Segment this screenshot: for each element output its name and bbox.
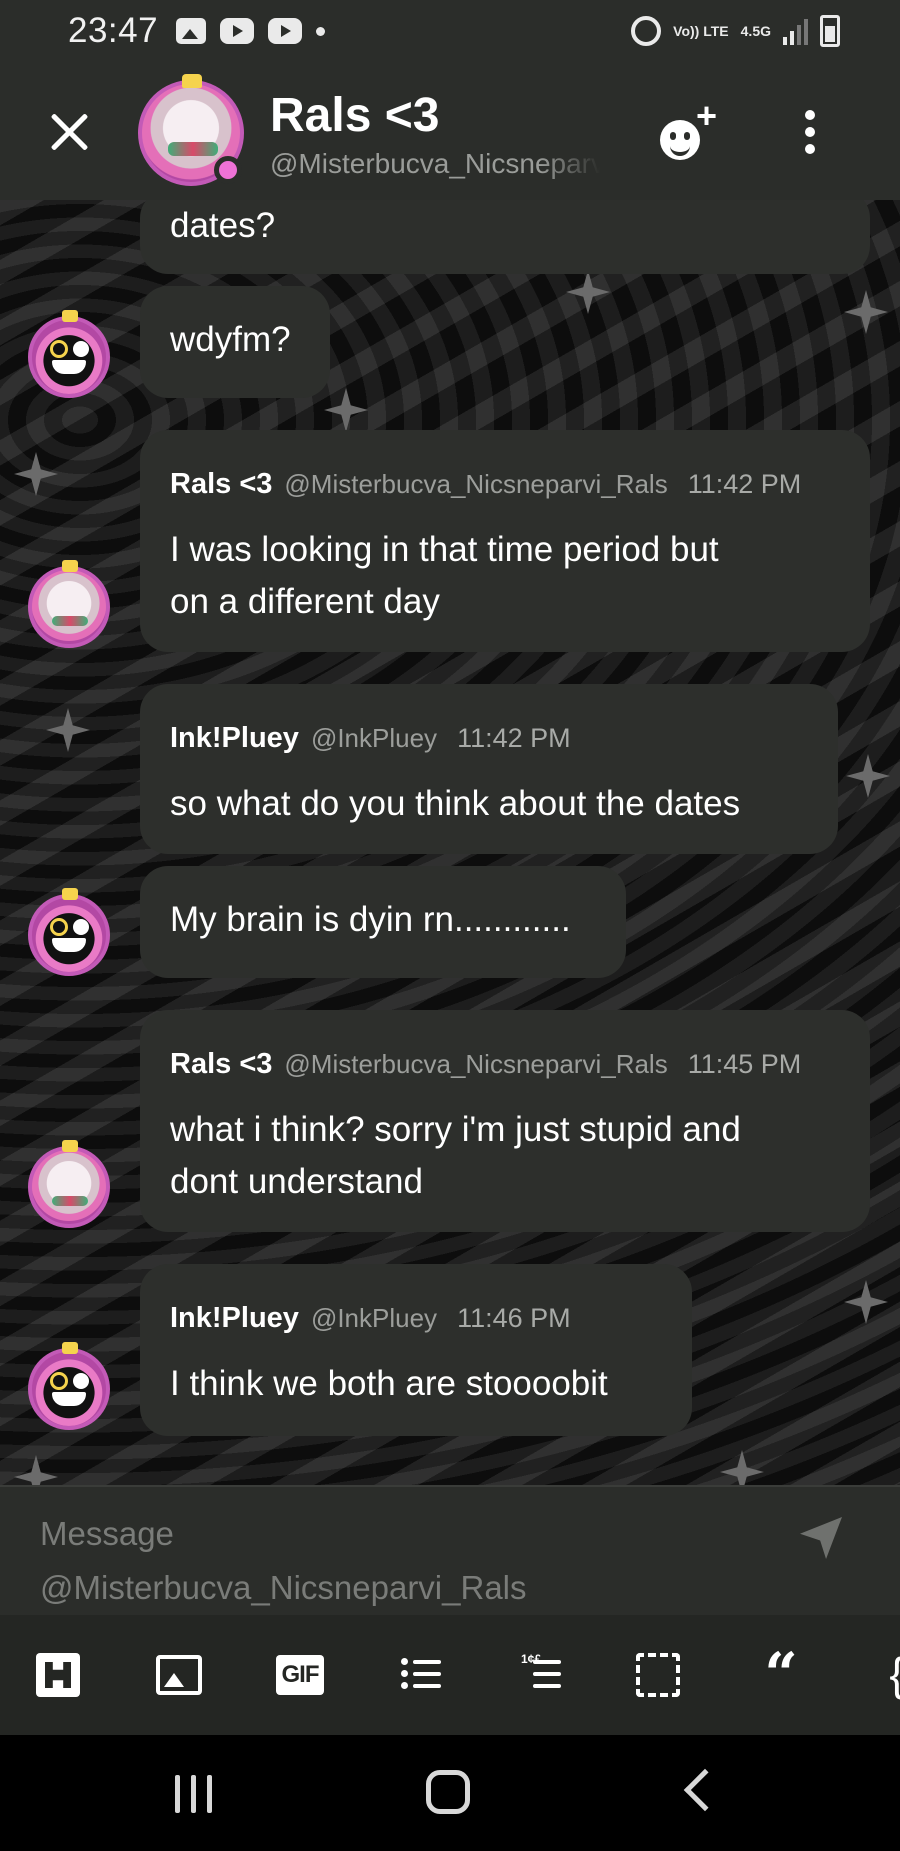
network-speed: 4.5G xyxy=(740,23,771,39)
battery-icon xyxy=(820,15,840,47)
message-time: 11:42 PM xyxy=(457,723,571,753)
message-handle: @Misterbucva_Nicsneparvi_Rals xyxy=(284,469,668,499)
avatar[interactable] xyxy=(28,560,110,648)
message-meta: Ink!Pluey @InkPluey 11:46 PM xyxy=(170,1302,571,1335)
system-icons: Vo)) LTE 4.5G xyxy=(631,15,840,47)
message-text-line: what i think? sorry i'm just stupid and xyxy=(170,1110,741,1149)
network-type: Vo)) LTE xyxy=(673,23,729,39)
message-bubble[interactable]: Ink!Pluey @InkPluey 11:42 PM so what do … xyxy=(140,684,838,854)
spoiler-icon[interactable] xyxy=(636,1653,680,1697)
message-text-line: dont understand xyxy=(170,1162,423,1201)
close-icon[interactable] xyxy=(46,108,94,156)
message-handle: @InkPluey xyxy=(310,1303,438,1333)
message-bubble[interactable]: My brain is dyin rn............ xyxy=(140,866,626,978)
message-bubble[interactable]: Rals <3 @Misterbucva_Nicsneparvi_Rals 11… xyxy=(140,1010,870,1232)
message-author[interactable]: Ink!Pluey xyxy=(170,722,299,755)
message-text-line: I think we both are stoooobit xyxy=(170,1364,608,1403)
message-time: 11:46 PM xyxy=(457,1303,571,1333)
avatar[interactable] xyxy=(28,310,110,398)
online-status-indicator xyxy=(214,156,242,184)
notification-icons xyxy=(176,18,326,44)
numbered-list-icon[interactable] xyxy=(516,1649,566,1699)
dot-icon xyxy=(316,26,326,36)
format-toolbar: GIF “ { xyxy=(0,1615,900,1735)
message-bubble[interactable]: wdyfm? xyxy=(140,286,330,398)
message-meta: Ink!Pluey @InkPluey 11:42 PM xyxy=(170,722,571,755)
message-handle: @Misterbucva_Nicsneparvi_Rals xyxy=(284,1049,668,1079)
message-input-placeholder-recipient: @Misterbucva_Nicsneparvi_Rals xyxy=(40,1569,527,1606)
message-meta: Rals <3 @Misterbucva_Nicsneparvi_Rals 11… xyxy=(170,468,801,501)
message-list[interactable]: dates? wdyfm? Rals <3 @Misterbucva_Nicsn… xyxy=(0,200,900,1485)
alarm-icon xyxy=(631,16,662,46)
back-icon[interactable] xyxy=(683,1768,727,1812)
message-composer[interactable]: Message @Misterbucva_Nicsneparvi_Rals xyxy=(0,1485,900,1615)
youtube-icon xyxy=(220,18,255,44)
sparkle-decoration xyxy=(14,1455,58,1485)
message-input-placeholder: Message xyxy=(40,1515,174,1552)
avatar[interactable] xyxy=(28,1342,110,1430)
gif-button[interactable]: GIF xyxy=(276,1655,324,1695)
sparkle-decoration xyxy=(566,270,610,314)
user-handle: @Misterbucva_Nicsneparvi_Rals xyxy=(270,148,600,180)
recent-apps-icon[interactable] xyxy=(175,1775,215,1813)
message-bubble[interactable]: Ink!Pluey @InkPluey 11:46 PM I think we … xyxy=(140,1264,692,1436)
sparkle-decoration xyxy=(14,452,58,496)
message-text-line: on a different day xyxy=(170,582,440,621)
quote-icon[interactable]: “ xyxy=(756,1645,806,1703)
message-bubble[interactable]: dates? xyxy=(140,200,870,274)
chat-header: Rals <3 @Misterbucva_Nicsneparvi_Rals + xyxy=(0,62,900,200)
bullet-list-icon[interactable] xyxy=(396,1649,446,1699)
gallery-icon xyxy=(176,18,207,44)
message-handle: @InkPluey xyxy=(310,723,438,753)
message-text-line: I was looking in that time period but xyxy=(170,530,719,569)
sticker-icon[interactable] xyxy=(36,1653,80,1697)
home-icon[interactable] xyxy=(426,1770,470,1814)
youtube-icon xyxy=(268,18,303,44)
message-author[interactable]: Ink!Pluey xyxy=(170,1302,299,1335)
message-text: dates? xyxy=(170,206,276,245)
status-bar: 23:47 Vo)) LTE 4.5G xyxy=(0,0,900,62)
sparkle-decoration xyxy=(844,290,888,334)
message-text-line: so what do you think about the dates xyxy=(170,784,741,823)
code-block-icon[interactable]: { xyxy=(872,1648,900,1700)
message-bubble[interactable]: Rals <3 @Misterbucva_Nicsneparvi_Rals 11… xyxy=(140,430,870,652)
message-author[interactable]: Rals <3 xyxy=(170,468,272,501)
message-meta: Rals <3 @Misterbucva_Nicsneparvi_Rals 11… xyxy=(170,1048,801,1081)
send-icon[interactable] xyxy=(800,1517,842,1559)
sparkle-decoration xyxy=(844,1280,888,1324)
message-input[interactable]: Message @Misterbucva_Nicsneparvi_Rals xyxy=(40,1507,600,1615)
message-text: My brain is dyin rn............ xyxy=(170,900,571,939)
message-time: 11:45 PM xyxy=(687,1049,802,1079)
add-friend-icon[interactable]: + xyxy=(656,98,722,168)
sparkle-decoration xyxy=(846,754,890,798)
page-title[interactable]: Rals <3 xyxy=(270,88,439,143)
sparkle-decoration xyxy=(46,708,90,752)
message-time: 11:42 PM xyxy=(687,469,802,499)
image-icon[interactable] xyxy=(156,1655,202,1695)
sparkle-decoration xyxy=(720,1450,764,1485)
status-time: 23:47 xyxy=(68,11,159,50)
signal-icon xyxy=(783,17,808,45)
sparkle-decoration xyxy=(324,388,368,432)
message-text: wdyfm? xyxy=(170,320,291,359)
system-nav-bar xyxy=(0,1735,900,1851)
more-options-icon[interactable] xyxy=(800,110,820,156)
avatar[interactable] xyxy=(28,1140,110,1228)
message-author[interactable]: Rals <3 xyxy=(170,1048,272,1081)
avatar[interactable] xyxy=(28,888,110,976)
